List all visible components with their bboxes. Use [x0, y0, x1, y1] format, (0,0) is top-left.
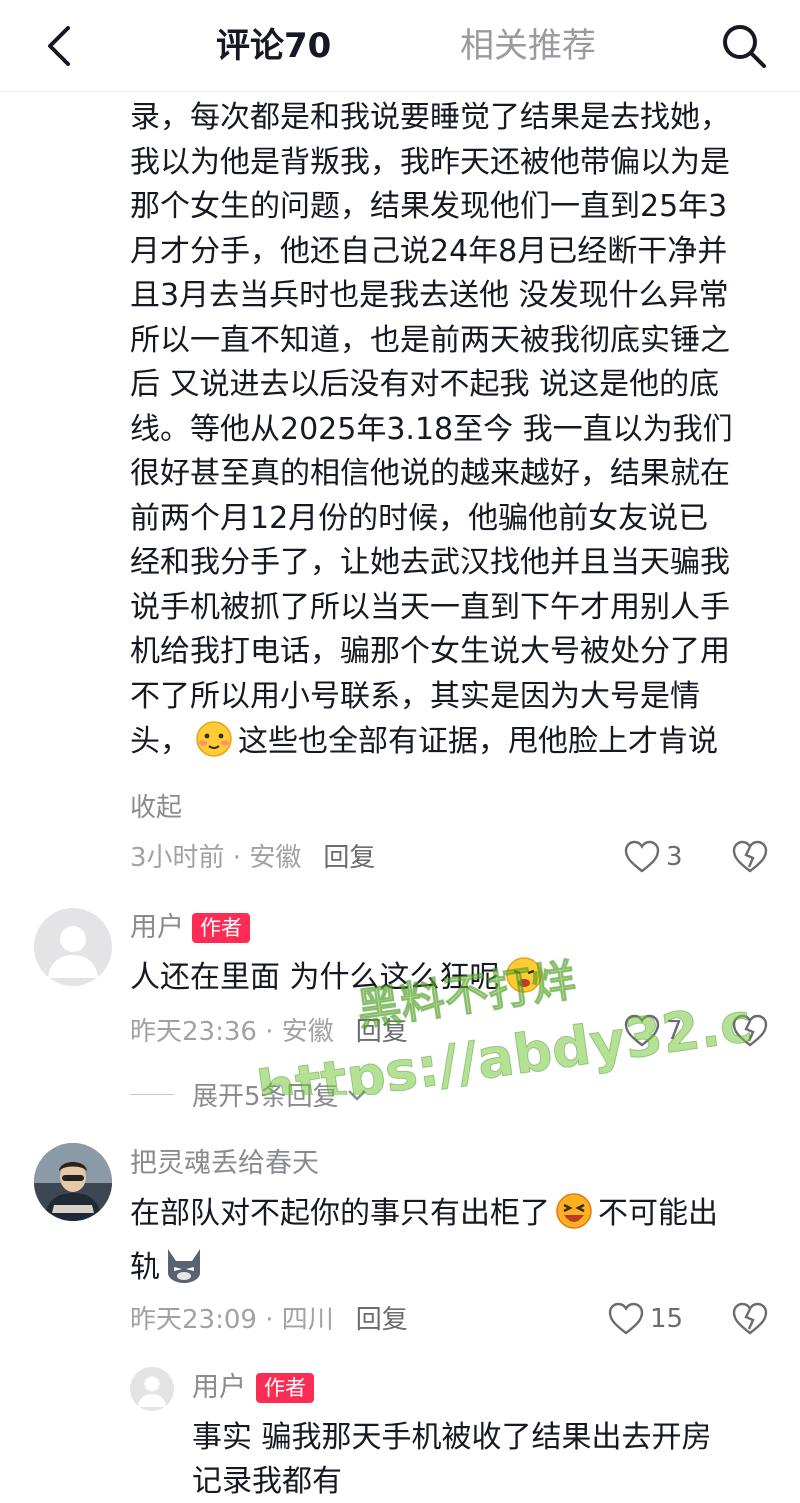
reply-text: 记录我都有 [192, 1464, 342, 1499]
comment-line: 录，每次都是和我说要睡觉了结果是去找她， [130, 100, 730, 135]
default-avatar-icon [48, 926, 98, 978]
comment-text-segment: 这些也全部有证据，甩他脸上才肯说 [238, 724, 718, 759]
comment-line: 后 又说进去以后没有对不起我 说这是他的底 [130, 367, 720, 402]
broken-heart-icon[interactable] [732, 840, 768, 874]
heart-icon [608, 1302, 644, 1335]
comment-line: 经和我分手了，让她去武汉找他并且当天骗我 [130, 545, 730, 580]
broken-heart-icon[interactable] [732, 1302, 768, 1336]
comment-line-last: 头， 这些也全部有证据，甩他脸上才肯说 [130, 719, 780, 765]
avatar[interactable] [34, 1143, 112, 1221]
like-count: 15 [650, 1304, 684, 1334]
comment-time-location: 3小时前 · 安徽 [130, 843, 302, 873]
comment-text: 人还在里面 为什么这么狂呢 [130, 952, 548, 1004]
divider [130, 1094, 174, 1095]
comment-text-segment: 在部队对不起你的事只有出柜了 [130, 1196, 550, 1231]
username[interactable]: 用户 [130, 910, 184, 946]
emoji-icon [556, 1193, 592, 1229]
author-badge: 作者 [256, 1373, 314, 1403]
back-icon[interactable] [38, 22, 82, 70]
author-badge: 作者 [192, 913, 250, 943]
comment-text-segment: 不可能出 [598, 1196, 718, 1231]
comment-text-segment: 轨 [130, 1250, 160, 1285]
comment-line: 所以一直不知道，也是前两天被我彻底实锤之 [130, 322, 730, 358]
comment-line: 我以为他是背叛我，我昨天还被他带偏以为是 [130, 144, 730, 180]
heart-icon [624, 840, 660, 873]
like-count: 3 [666, 842, 683, 872]
expand-replies-label: 展开5条回复 [192, 1082, 339, 1112]
comment-line: 很好甚至真的相信他说的越来越好，结果就在 [130, 456, 730, 491]
emoji-icon [196, 721, 232, 757]
comment-line: 不了所以用小号联系，其实是因为大号是情 [130, 678, 700, 714]
comment-meta: 昨天23:36 · 安徽 回复 [130, 1014, 408, 1050]
emoji-icon [505, 957, 542, 993]
comment-text-expanded: 录，每次都是和我说要睡觉了结果是去找她， 我以为他是背叛我，我昨天还被他带偏以为… [130, 96, 780, 765]
like-button[interactable]: 7 [624, 1014, 683, 1048]
avatar[interactable] [34, 908, 112, 986]
user-photo-icon [34, 1143, 112, 1221]
like-count: 7 [666, 1016, 683, 1046]
like-button[interactable]: 3 [624, 840, 683, 874]
reply-button[interactable]: 回复 [323, 843, 375, 873]
reply-button[interactable]: 回复 [356, 1305, 408, 1335]
search-icon[interactable] [718, 20, 770, 72]
broken-heart-icon[interactable] [732, 1014, 768, 1048]
comment-line: 月才分手，他还自己说24年8月已经断干净并 [130, 233, 728, 269]
reply-button[interactable]: 回复 [356, 1017, 408, 1047]
comment-meta: 3小时前 · 安徽 回复 [130, 840, 375, 876]
comment-meta: 昨天23:09 · 四川 回复 [130, 1302, 408, 1338]
comment-line: 那个女生的问题，结果发现他们一直到25年3 [130, 189, 728, 224]
like-button[interactable]: 15 [608, 1302, 683, 1336]
comment-text-segment: 人还在里面 为什么这么狂呢 [130, 960, 500, 995]
tab-related[interactable]: 相关推荐 [460, 22, 596, 70]
emoji-icon [168, 1249, 200, 1283]
comment-time-location: 昨天23:09 · 四川 [130, 1305, 334, 1335]
comment-text: 轨 [130, 1242, 208, 1294]
top-bar: 评论70 相关推荐 [0, 0, 800, 92]
comment-time-location: 昨天23:36 · 安徽 [130, 1017, 334, 1047]
comment-text-segment: 头， [130, 724, 190, 759]
avatar[interactable] [130, 1367, 174, 1411]
comment-text: 在部队对不起你的事只有出柜了 不可能出 [130, 1188, 718, 1240]
comment-line: 机给我打电话，骗那个女生说大号被处分了用 [130, 634, 730, 669]
comment-line: 说手机被抓了所以当天一直到下午才用别人手 [130, 589, 730, 625]
expand-replies-button[interactable]: 展开5条回复 [130, 1076, 369, 1113]
chevron-down-icon [347, 1089, 366, 1101]
comment-line: 前两个月12月份的时候，他骗他前女友说已 [130, 500, 709, 536]
tab-comments[interactable]: 评论70 [216, 22, 331, 70]
default-avatar-icon [138, 1376, 166, 1407]
username[interactable]: 用户 [192, 1370, 246, 1406]
comment-line: 且3月去当兵时也是我去送他 没发现什么异常 [130, 278, 729, 313]
comment-line: 线。等他从2025年3.18至今 我一直以为我们 [130, 411, 733, 447]
collapse-button[interactable]: 收起 [130, 790, 182, 826]
username[interactable]: 把灵魂丢给春天 [130, 1146, 319, 1182]
heart-icon [624, 1014, 660, 1047]
